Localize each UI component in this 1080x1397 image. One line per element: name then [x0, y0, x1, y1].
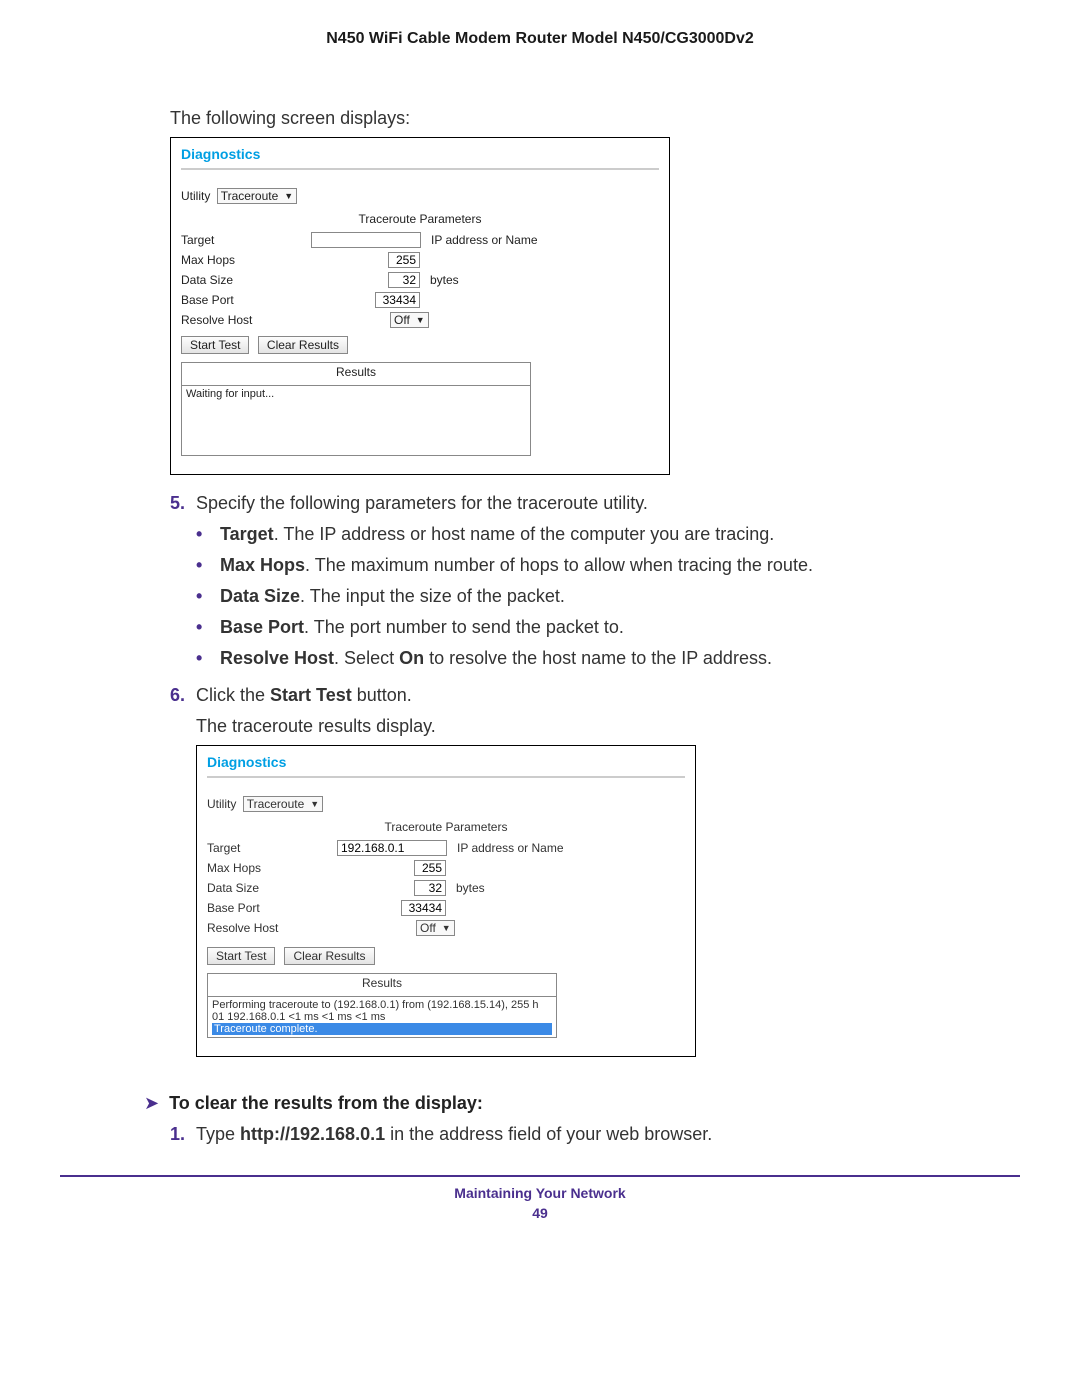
bullet-target: • Target. The IP address or host name of… [196, 524, 920, 545]
bullet-resolve: • Resolve Host. Select On to resolve the… [196, 648, 920, 669]
start-test-button[interactable]: Start Test [207, 947, 275, 965]
target-label: Target [207, 841, 337, 855]
section-clear-results: ➤ To clear the results from the display: [144, 1093, 920, 1114]
target-label: Target [181, 233, 311, 247]
intro-text: The following screen displays: [170, 108, 920, 129]
target-input[interactable] [311, 232, 421, 248]
footer-section: Maintaining Your Network [60, 1185, 1020, 1201]
results-box: Results Performing traceroute to (192.16… [207, 973, 557, 1038]
clear-results-button[interactable]: Clear Results [284, 947, 374, 965]
maxhops-label: Max Hops [181, 253, 311, 267]
results-box: Results Waiting for input... [181, 362, 531, 456]
results-title: Results [208, 974, 556, 996]
resolve-value: Off [420, 921, 436, 935]
resolve-dropdown[interactable]: Off ▼ [416, 920, 455, 936]
diagnostics-title: Diagnostics [207, 754, 685, 778]
step-number: 5. [170, 493, 196, 679]
result-line-1: Performing traceroute to (192.168.0.1) f… [212, 999, 552, 1011]
section-heading: To clear the results from the display: [169, 1093, 483, 1114]
bullet-icon: • [196, 555, 220, 576]
datasize-label: Data Size [207, 881, 337, 895]
bullet-maxhops: • Max Hops. The maximum number of hops t… [196, 555, 920, 576]
utility-label: Utility [207, 797, 236, 811]
bullet-icon: • [196, 586, 220, 607]
step-text: Specify the following parameters for the… [196, 493, 648, 513]
target-input[interactable] [337, 840, 447, 856]
results-body: Waiting for input... [182, 385, 530, 455]
datasize-label: Data Size [181, 273, 311, 287]
diagnostics-screenshot-1: Diagnostics Utility Traceroute ▼ Tracero… [170, 137, 670, 475]
params-heading: Traceroute Parameters [207, 820, 685, 834]
chevron-right-icon: ➤ [144, 1093, 159, 1114]
chevron-down-icon: ▼ [416, 315, 425, 325]
chevron-down-icon: ▼ [310, 799, 319, 809]
target-hint: IP address or Name [431, 233, 538, 247]
datasize-hint: bytes [430, 273, 459, 287]
step-5: 5. Specify the following parameters for … [170, 493, 920, 679]
clear-results-button[interactable]: Clear Results [258, 336, 348, 354]
bullet-icon: • [196, 617, 220, 638]
resolve-dropdown[interactable]: Off ▼ [390, 312, 429, 328]
params-heading: Traceroute Parameters [181, 212, 659, 226]
step-number: 1. [170, 1124, 196, 1145]
chevron-down-icon: ▼ [442, 923, 451, 933]
footer-page-number: 49 [60, 1205, 1020, 1221]
footer-divider [60, 1175, 1020, 1177]
results-body: Performing traceroute to (192.168.0.1) f… [208, 996, 556, 1037]
resolve-label: Resolve Host [207, 921, 337, 935]
results-title: Results [182, 363, 530, 385]
results-text: Waiting for input... [186, 388, 526, 400]
step-subtext: The traceroute results display. [196, 716, 920, 737]
baseport-label: Base Port [181, 293, 311, 307]
baseport-label: Base Port [207, 901, 337, 915]
target-hint: IP address or Name [457, 841, 564, 855]
chevron-down-icon: ▼ [284, 191, 293, 201]
resolve-value: Off [394, 313, 410, 327]
utility-dropdown[interactable]: Traceroute ▼ [243, 796, 324, 812]
maxhops-input[interactable] [414, 860, 446, 876]
bullet-icon: • [196, 524, 220, 545]
baseport-input[interactable] [401, 900, 446, 916]
step-6: 6. Click the Start Test button. The trac… [170, 685, 920, 1075]
baseport-input[interactable] [375, 292, 420, 308]
maxhops-label: Max Hops [207, 861, 337, 875]
page-header: N450 WiFi Cable Modem Router Model N450/… [60, 30, 1020, 48]
diagnostics-title: Diagnostics [181, 146, 659, 170]
utility-value: Traceroute [221, 189, 279, 203]
start-test-button[interactable]: Start Test [181, 336, 249, 354]
bullet-baseport: • Base Port. The port number to send the… [196, 617, 920, 638]
diagnostics-screenshot-2: Diagnostics Utility Traceroute ▼ Tracero… [196, 745, 696, 1057]
datasize-input[interactable] [414, 880, 446, 896]
utility-dropdown[interactable]: Traceroute ▼ [217, 188, 298, 204]
bullet-icon: • [196, 648, 220, 669]
datasize-hint: bytes [456, 881, 485, 895]
result-line-3: Traceroute complete. [212, 1023, 552, 1035]
clear-step-1: 1. Type http://192.168.0.1 in the addres… [170, 1124, 920, 1145]
resolve-label: Resolve Host [181, 313, 311, 327]
step-number: 6. [170, 685, 196, 1075]
maxhops-input[interactable] [388, 252, 420, 268]
utility-label: Utility [181, 189, 210, 203]
result-line-2: 01 192.168.0.1 <1 ms <1 ms <1 ms [212, 1011, 552, 1023]
datasize-input[interactable] [388, 272, 420, 288]
utility-value: Traceroute [247, 797, 305, 811]
bullet-datasize: • Data Size. The input the size of the p… [196, 586, 920, 607]
